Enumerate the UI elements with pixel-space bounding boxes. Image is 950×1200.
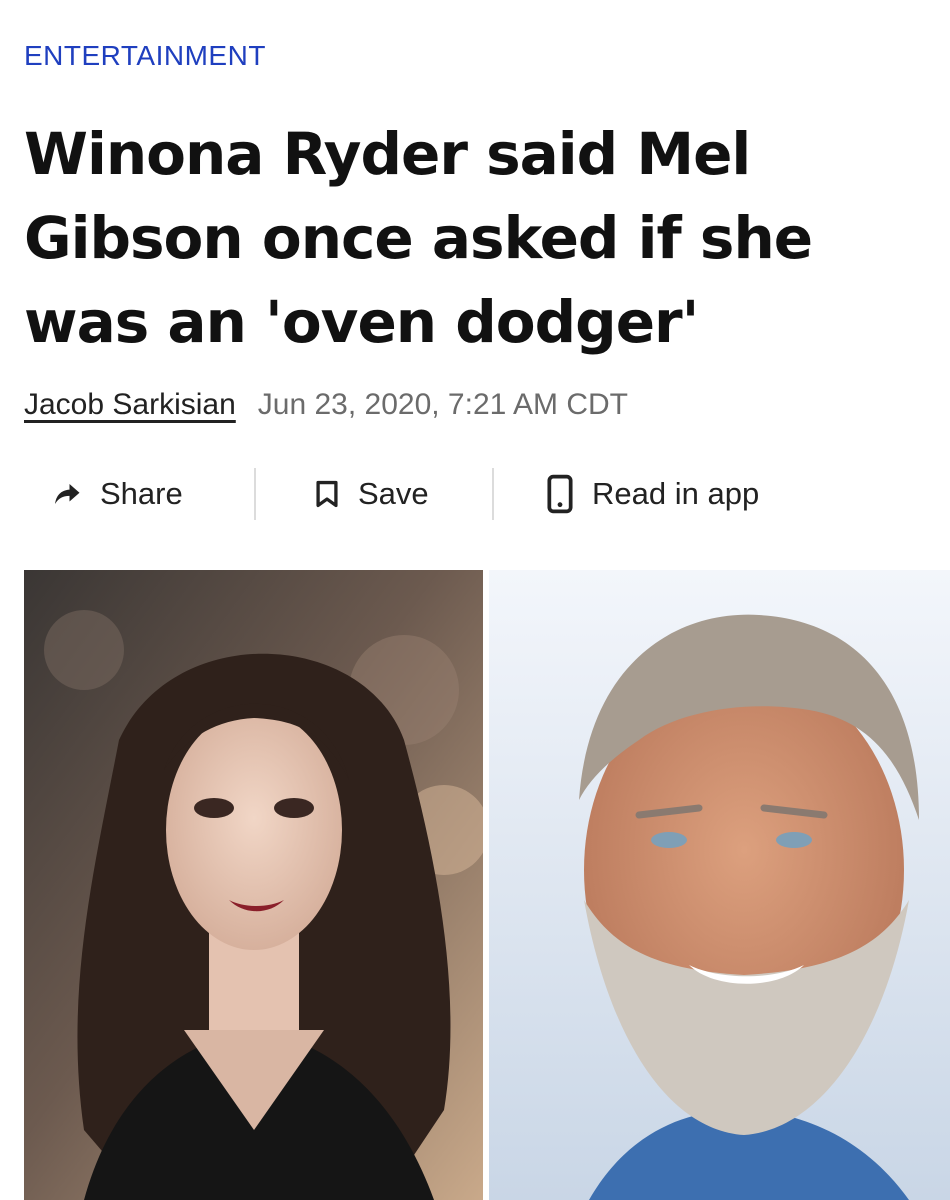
share-label: Share bbox=[100, 476, 183, 511]
publish-timestamp: Jun 23, 2020, 7:21 AM CDT bbox=[257, 388, 628, 421]
article-headline: Winona Ryder said Mel Gibson once asked … bbox=[24, 120, 813, 356]
category-label[interactable]: ENTERTAINMENT bbox=[24, 40, 266, 72]
author-link[interactable]: Jacob Sarkisian bbox=[24, 388, 236, 421]
winona-ryder-photo bbox=[24, 570, 483, 1200]
phone-icon bbox=[546, 474, 574, 514]
save-button[interactable]: Save bbox=[314, 466, 429, 522]
read-in-app-button[interactable]: Read in app bbox=[546, 466, 759, 522]
share-button[interactable]: Share bbox=[52, 466, 183, 522]
save-label: Save bbox=[358, 476, 429, 511]
mel-gibson-photo bbox=[489, 570, 950, 1200]
share-arrow-icon bbox=[52, 479, 82, 509]
article-actions-bar: Share Save Read in app bbox=[24, 466, 924, 522]
bookmark-icon bbox=[314, 480, 340, 508]
byline: Jacob Sarkisian Jun 23, 2020, 7:21 AM CDT bbox=[24, 388, 628, 422]
divider bbox=[492, 468, 494, 520]
read-in-app-label: Read in app bbox=[592, 476, 760, 511]
divider bbox=[254, 468, 256, 520]
article-hero-image bbox=[24, 570, 950, 1200]
